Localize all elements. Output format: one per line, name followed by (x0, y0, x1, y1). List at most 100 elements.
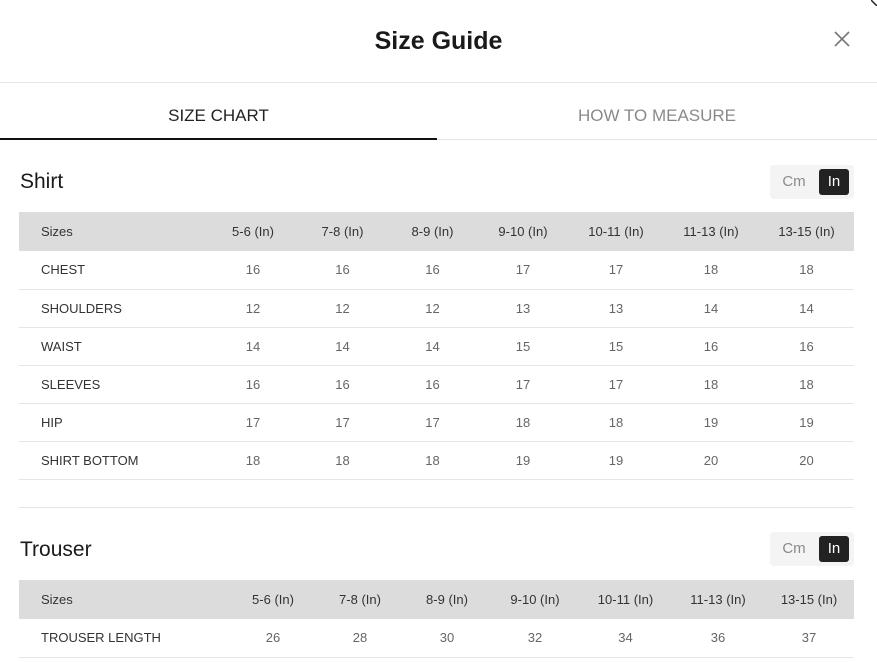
table-row: TROUSER LENGTH 26 28 30 32 34 36 37 (19, 619, 854, 658)
modal-title: Size Guide (374, 27, 503, 55)
column-header: 9-10 (In) (498, 224, 548, 239)
table-cell: 17 (388, 403, 477, 442)
column-header: Sizes (41, 592, 73, 607)
table-cell: 18 (759, 365, 854, 404)
table-cell: 26 (229, 619, 317, 658)
table-cell: 16 (388, 251, 477, 290)
table-cell: 17 (569, 365, 663, 404)
tab-bar: SIZE CHART HOW TO MEASURE (0, 84, 877, 140)
column-header: 11-13 (In) (683, 224, 739, 239)
table-cell: 18 (663, 365, 759, 404)
row-label: CHEST (19, 251, 209, 290)
table-cell: 19 (663, 403, 759, 442)
tab-how-to-measure[interactable]: HOW TO MEASURE (437, 84, 877, 140)
trouser-table-header-row: Sizes 5-6 (In) 7-8 (In) 8-9 (In) 9-10 (I… (19, 580, 854, 619)
table-cell: 16 (209, 365, 297, 404)
table-cell: 14 (209, 327, 297, 366)
table-cell: 18 (209, 441, 297, 480)
table-cell: 20 (663, 441, 759, 480)
table-cell: 30 (403, 619, 491, 658)
table-cell: 13 (477, 289, 569, 328)
table-cell: 17 (477, 251, 569, 290)
table-row: HIP 17 17 17 18 18 19 19 (19, 403, 854, 442)
table-cell: 16 (388, 365, 477, 404)
table-cell: 36 (672, 619, 764, 658)
close-icon (834, 31, 850, 47)
table-cell: 15 (569, 327, 663, 366)
row-label: SLEEVES (19, 365, 209, 404)
table-cell: 13 (569, 289, 663, 328)
shirt-unit-in-button[interactable]: In (819, 169, 849, 195)
active-tab-indicator (0, 138, 437, 140)
tab-size-chart[interactable]: SIZE CHART (0, 84, 437, 140)
table-cell: 15 (477, 327, 569, 366)
column-header: 10-11 (In) (597, 592, 654, 607)
column-header: 13-15 (In) (778, 224, 835, 239)
table-cell: 14 (663, 289, 759, 328)
table-cell: 32 (491, 619, 579, 658)
column-header: 5-6 (In) (252, 592, 294, 607)
table-cell: 16 (209, 251, 297, 290)
table-cell: 18 (569, 403, 663, 442)
column-header: 11-13 (In) (690, 592, 746, 607)
table-row: SHIRT BOTTOM 18 18 18 19 19 20 20 (19, 441, 854, 480)
row-label: WAIST (19, 327, 209, 366)
table-cell: 19 (477, 441, 569, 480)
table-cell: 19 (759, 403, 854, 442)
column-header: 8-9 (In) (426, 592, 468, 607)
column-header: 7-8 (In) (321, 224, 364, 239)
table-cell: 16 (297, 365, 388, 404)
table-cell: 19 (569, 441, 663, 480)
column-header: 10-11 (In) (588, 224, 644, 239)
table-cell: 18 (477, 403, 569, 442)
table-cell: 17 (477, 365, 569, 404)
table-cell: 12 (388, 289, 477, 328)
trouser-section-title: Trouser (20, 538, 92, 561)
table-cell: 17 (209, 403, 297, 442)
table-row: WAIST 14 14 14 15 15 16 16 (19, 327, 854, 366)
table-cell: 12 (209, 289, 297, 328)
trouser-unit-in-button[interactable]: In (819, 536, 849, 562)
row-label: SHIRT BOTTOM (19, 441, 209, 480)
table-cell: 17 (569, 251, 663, 290)
table-row: SHOULDERS 12 12 12 13 13 14 14 (19, 289, 854, 328)
table-cell: 20 (759, 441, 854, 480)
trouser-unit-toggle: Cm In (770, 532, 854, 566)
shirt-table-header-row: Sizes 5-6 (In) 7-8 (In) 8-9 (In) 9-10 (I… (19, 212, 854, 251)
table-cell: 28 (317, 619, 403, 658)
table-cell: 17 (297, 403, 388, 442)
column-header: Sizes (41, 224, 73, 239)
shirt-unit-toggle: Cm In (770, 165, 854, 199)
modal-header: Size Guide (0, 0, 877, 83)
column-header: 7-8 (In) (339, 592, 381, 607)
table-cell: 18 (759, 251, 854, 290)
table-cell: 18 (297, 441, 388, 480)
table-cell: 14 (759, 289, 854, 328)
trouser-unit-cm-button[interactable]: Cm (776, 536, 812, 562)
table-cell: 18 (388, 441, 477, 480)
corner-mark-icon (871, 0, 877, 6)
table-cell: 34 (579, 619, 672, 658)
section-divider (19, 507, 854, 508)
row-label: HIP (19, 403, 209, 442)
column-header: 8-9 (In) (411, 224, 454, 239)
row-label: TROUSER LENGTH (19, 619, 229, 658)
shirt-unit-cm-button[interactable]: Cm (776, 169, 812, 195)
column-header: 5-6 (In) (232, 224, 274, 239)
table-cell: 16 (663, 327, 759, 366)
trouser-size-table: Sizes 5-6 (In) 7-8 (In) 8-9 (In) 9-10 (I… (19, 580, 854, 658)
table-cell: 12 (297, 289, 388, 328)
row-label: SHOULDERS (19, 289, 209, 328)
table-row: SLEEVES 16 16 16 17 17 18 18 (19, 365, 854, 404)
table-cell: 16 (297, 251, 388, 290)
table-cell: 37 (764, 619, 854, 658)
column-header: 9-10 (In) (510, 592, 560, 607)
shirt-size-table: Sizes 5-6 (In) 7-8 (In) 8-9 (In) 9-10 (I… (19, 212, 854, 480)
table-cell: 14 (297, 327, 388, 366)
table-row: CHEST 16 16 16 17 17 18 18 (19, 251, 854, 290)
table-cell: 16 (759, 327, 854, 366)
close-button[interactable] (831, 28, 853, 50)
column-header: 13-15 (In) (780, 592, 838, 607)
shirt-section-title: Shirt (20, 170, 64, 193)
table-cell: 14 (388, 327, 477, 366)
